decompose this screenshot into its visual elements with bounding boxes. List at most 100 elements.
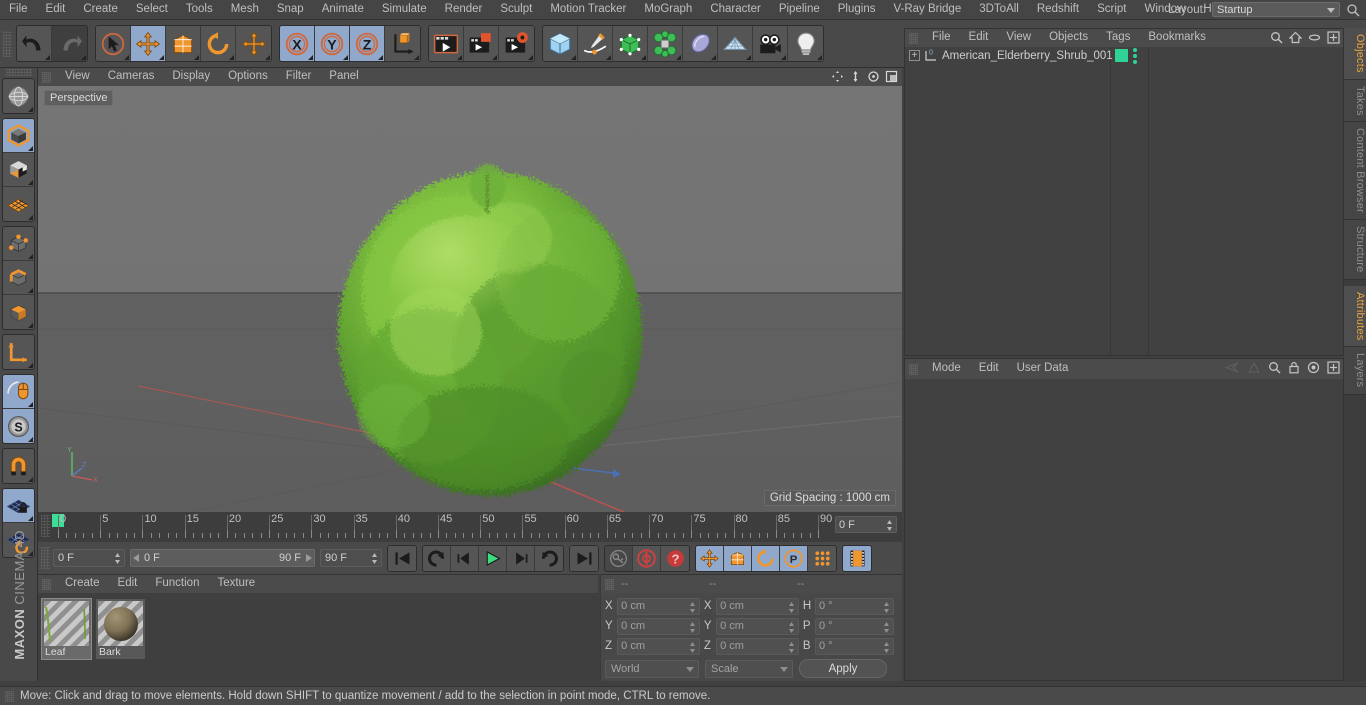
render-view-button[interactable] (429, 26, 464, 61)
spinner-icon[interactable] (689, 601, 696, 614)
viewport-menu-options[interactable]: Options (219, 71, 277, 83)
menu-simulate[interactable]: Simulate (373, 3, 436, 16)
magnet-tool-button[interactable] (3, 449, 34, 483)
add-primitive-button[interactable] (543, 26, 578, 61)
range-left-handle-icon[interactable] (133, 554, 141, 562)
coord-input-rotation-b[interactable]: 0 ° (815, 637, 895, 655)
add-light-button[interactable] (788, 26, 823, 61)
range-right-handle-icon[interactable] (304, 554, 312, 562)
attributes-grip[interactable] (909, 363, 918, 375)
fit-icon[interactable] (1327, 361, 1340, 377)
object-row[interactable]: +0 American_Elderberry_Shrub_001 (905, 47, 1343, 64)
model-mode-button[interactable] (3, 119, 34, 153)
menu-create[interactable]: Create (74, 3, 127, 16)
go-to-end-button[interactable] (570, 545, 598, 571)
attributes-menu-edit[interactable]: Edit (970, 363, 1008, 375)
step-forward-button[interactable] (507, 545, 535, 571)
menu-redshift[interactable]: Redshift (1028, 3, 1088, 16)
viewport-menu-display[interactable]: Display (163, 71, 219, 83)
scale-tool-button[interactable] (166, 26, 201, 61)
menu-3dtoall[interactable]: 3DToAll (970, 3, 1028, 16)
menu-pipeline[interactable]: Pipeline (770, 3, 829, 16)
snap-settings-button[interactable]: S (3, 409, 34, 443)
add-floor-button[interactable] (718, 26, 753, 61)
lock-workplane-button[interactable] (3, 489, 34, 523)
layout-select[interactable]: Startup (1212, 2, 1340, 17)
menu-character[interactable]: Character (701, 3, 770, 16)
lock-y-button[interactable]: Y (315, 26, 350, 61)
viewport-menu-view[interactable]: View (56, 71, 99, 83)
spinner-icon[interactable] (883, 601, 890, 614)
object-tree[interactable]: +0 American_Elderberry_Shrub_001 (905, 47, 1343, 357)
next-page-icon[interactable] (1247, 361, 1261, 377)
object-menu-file[interactable]: File (923, 32, 960, 44)
object-menu-view[interactable]: View (997, 32, 1040, 44)
fit-icon[interactable] (1327, 31, 1340, 47)
object-manager-grip[interactable] (909, 32, 918, 44)
record-scale-button[interactable] (724, 545, 752, 571)
menu-render[interactable]: Render (436, 3, 492, 16)
menu-v-ray-bridge[interactable]: V-Ray Bridge (884, 3, 970, 16)
make-editable-button[interactable] (3, 79, 34, 113)
texture-mode-button[interactable] (3, 153, 34, 187)
spinner-icon[interactable] (883, 621, 890, 634)
menu-mograph[interactable]: MoGraph (635, 3, 701, 16)
coordinates-grip[interactable] (605, 578, 614, 590)
maximize-icon[interactable] (885, 70, 898, 86)
material-chip[interactable]: Bark (96, 599, 145, 659)
record-parameter-button[interactable] (808, 545, 836, 571)
attributes-menu-mode[interactable]: Mode (923, 363, 970, 375)
autokeying-button[interactable] (633, 545, 661, 571)
left-toolbar-grip[interactable] (5, 69, 32, 76)
add-deformer-button[interactable] (648, 26, 683, 61)
play-button[interactable] (479, 545, 507, 571)
expand-toggle-icon[interactable]: + (909, 50, 920, 61)
points-mode-button[interactable] (3, 227, 34, 261)
ellipse-icon[interactable] (1308, 31, 1321, 47)
viewport-grip[interactable] (42, 71, 51, 83)
menu-motion-tracker[interactable]: Motion Tracker (541, 3, 635, 16)
enable-axis-button[interactable] (3, 335, 34, 369)
status-bar-grip[interactable] (5, 690, 14, 702)
spinner-icon[interactable] (689, 641, 696, 654)
viewport-menu-panel[interactable]: Panel (320, 71, 367, 83)
viewport-3d-view[interactable]: Perspective Grid Spacing : 1000 cm Y X Z (38, 86, 902, 512)
attributes-menu-user-data[interactable]: User Data (1008, 363, 1078, 375)
menu-edit[interactable]: Edit (37, 3, 75, 16)
spinner-icon[interactable] (788, 601, 795, 614)
menu-mesh[interactable]: Mesh (222, 3, 268, 16)
coord-input-position-x[interactable]: 0 cm (617, 597, 700, 615)
spinner-icon[interactable] (788, 621, 795, 634)
material-manager-grip[interactable] (42, 578, 51, 590)
record-active-objects-button[interactable] (605, 545, 633, 571)
coord-input-rotation-p[interactable]: 0 ° (815, 617, 895, 635)
add-scene-object-button[interactable] (683, 26, 718, 61)
coord-input-position-z[interactable]: 0 cm (617, 637, 700, 655)
timeline-grip[interactable] (41, 515, 50, 537)
search-icon[interactable] (1346, 3, 1360, 20)
render-region-button[interactable] (464, 26, 499, 61)
tab-takes[interactable]: Takes (1344, 79, 1366, 123)
record-rotation-button[interactable] (752, 545, 780, 571)
coord-input-size-z[interactable]: 0 cm (716, 637, 799, 655)
spinner-icon[interactable] (689, 621, 696, 634)
dolly-icon[interactable] (849, 70, 862, 86)
menu-file[interactable]: File (0, 3, 37, 16)
target-icon[interactable] (1307, 361, 1320, 377)
tab-objects[interactable]: Objects (1344, 28, 1366, 80)
next-keyframe-button[interactable] (535, 545, 563, 571)
rotate-tool-button[interactable] (201, 26, 236, 61)
viewport-menu-cameras[interactable]: Cameras (99, 71, 164, 83)
tab-structure[interactable]: Structure (1344, 220, 1366, 280)
material-menu-function[interactable]: Function (146, 578, 208, 590)
viewport-menu-filter[interactable]: Filter (277, 71, 321, 83)
free-move-button[interactable] (236, 26, 271, 61)
menu-tools[interactable]: Tools (177, 3, 222, 16)
object-menu-bookmarks[interactable]: Bookmarks (1139, 32, 1215, 44)
spinner-icon[interactable] (371, 552, 378, 565)
material-menu-edit[interactable]: Edit (109, 578, 147, 590)
spinner-icon[interactable] (883, 641, 890, 654)
coord-input-size-x[interactable]: 0 cm (716, 597, 799, 615)
toolbar-grip[interactable] (3, 30, 12, 57)
coord-system-select[interactable]: World (605, 659, 699, 678)
